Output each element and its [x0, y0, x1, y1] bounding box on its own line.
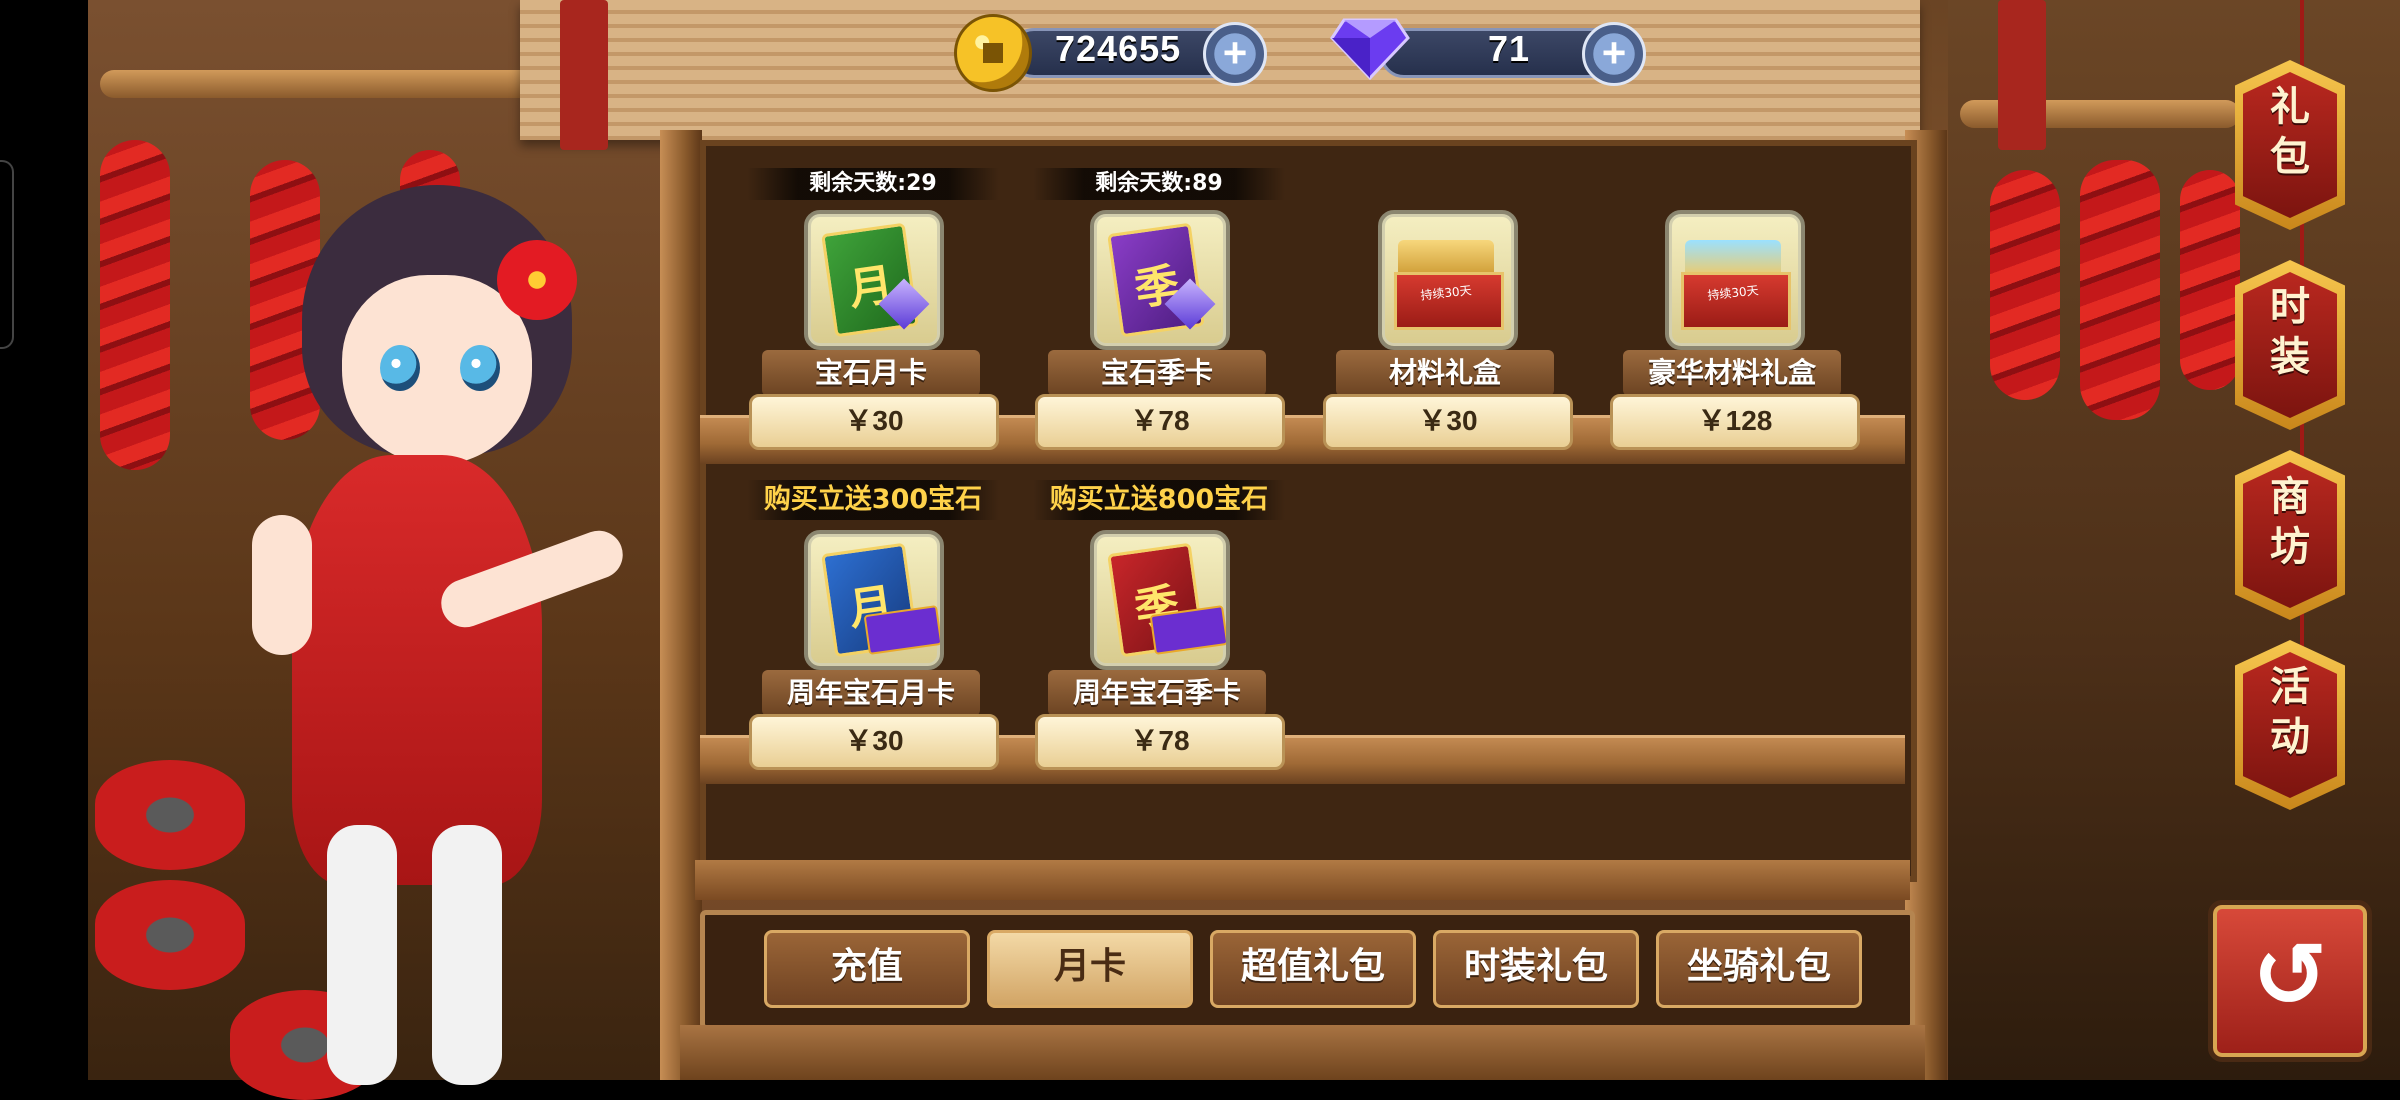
character-dress — [292, 455, 542, 885]
anniversary-month-card-icon: 月 — [804, 530, 944, 670]
side-tab-label: 时装 — [2235, 282, 2345, 382]
side-tab-label-line1: 活 — [2270, 664, 2310, 710]
deluxe-material-box-icon: 持续30天 — [1665, 210, 1805, 350]
character-arm — [252, 515, 312, 655]
tab-recharge[interactable]: 充值 — [764, 930, 970, 1008]
item-name: 宝石月卡 — [762, 350, 980, 396]
item-name: 材料礼盒 — [1336, 350, 1554, 396]
price-button[interactable]: ￥78 — [1035, 394, 1285, 450]
price-button[interactable]: ￥78 — [1035, 714, 1285, 770]
side-tab-label-line2: 坊 — [2270, 524, 2310, 570]
coin-value: 724655 — [1055, 28, 1182, 69]
cabinet-side-left — [660, 130, 702, 1080]
character-leg — [432, 825, 502, 1085]
device-edge-indicator — [0, 160, 14, 349]
hanging-pole-left — [100, 70, 570, 98]
red-spool-decoration — [95, 760, 245, 870]
character-eye — [460, 345, 500, 391]
remaining-days-label: 剩余天数:29 — [747, 168, 999, 200]
character-leg — [327, 825, 397, 1085]
item-name: 周年宝石月卡 — [762, 670, 980, 716]
back-arrow-icon: ↺ — [2252, 923, 2328, 1028]
item-name: 豪华材料礼盒 — [1623, 350, 1841, 396]
shop-item-gem-season-card[interactable]: 剩余天数:89 季 宝石季卡 ￥78 — [1033, 168, 1285, 450]
chest-graphic: 持续30天 — [1681, 236, 1791, 330]
hair-flower-icon — [497, 240, 577, 320]
back-button[interactable]: ↺ — [2208, 900, 2372, 1062]
coin-icon — [954, 14, 1032, 92]
side-tab-gift-packs[interactable]: 礼包 — [2235, 60, 2345, 230]
season-card-icon: 季 — [1090, 210, 1230, 350]
character-eye — [380, 345, 420, 391]
awning-post — [560, 0, 608, 150]
side-tab-label-line1: 商 — [2270, 474, 2310, 520]
bonus-gems-label: 购买立送300宝石 — [747, 480, 999, 520]
side-tab-label-line1: 时 — [2270, 284, 2310, 330]
side-tab-label: 礼包 — [2235, 82, 2345, 182]
side-tab-label: 活动 — [2235, 662, 2345, 762]
remaining-days-label: 剩余天数:89 — [1033, 168, 1285, 200]
material-box-icon: 持续30天 — [1378, 210, 1518, 350]
price-button[interactable]: ￥30 — [749, 714, 999, 770]
item-name: 周年宝石季卡 — [1048, 670, 1266, 716]
shop-item-gem-month-card[interactable]: 剩余天数:29 月 宝石月卡 ￥30 — [747, 168, 999, 450]
chili-string-decoration — [100, 140, 170, 470]
side-tab-fashion[interactable]: 时装 — [2235, 260, 2345, 430]
shop-item-material-box[interactable]: 持续30天 材料礼盒 ￥30 — [1323, 168, 1573, 450]
chili-string-decoration — [1990, 170, 2060, 400]
chili-string-decoration — [2080, 160, 2160, 420]
shop-item-anniversary-month-card[interactable]: 购买立送300宝石 月 周年宝石月卡 ￥30 — [747, 480, 999, 770]
side-tab-label-line2: 装 — [2270, 334, 2310, 380]
tab-fashion-packs[interactable]: 时装礼包 — [1433, 930, 1639, 1008]
shop-item-anniversary-season-card[interactable]: 购买立送800宝石 季 周年宝石季卡 ￥78 — [1033, 480, 1285, 770]
bonus-gems-label: 购买立送800宝石 — [1033, 480, 1285, 520]
add-coins-button[interactable]: + — [1203, 22, 1267, 86]
side-tab-label-line1: 礼 — [2270, 84, 2310, 130]
tab-monthly-card[interactable]: 月卡 — [987, 930, 1193, 1008]
tab-mount-packs[interactable]: 坐骑礼包 — [1656, 930, 1862, 1008]
chili-string-decoration — [2180, 170, 2240, 390]
anniversary-season-card-icon: 季 — [1090, 530, 1230, 670]
cabinet-floor — [680, 1025, 1925, 1080]
character-face — [342, 275, 532, 465]
awning-post — [1998, 0, 2046, 150]
item-name: 宝石季卡 — [1048, 350, 1266, 396]
price-button[interactable]: ￥30 — [1323, 394, 1573, 450]
side-tab-label-line2: 包 — [2270, 134, 2310, 180]
diamond-icon — [1330, 18, 1410, 80]
red-spool-decoration — [95, 880, 245, 990]
price-button[interactable]: ￥30 — [749, 394, 999, 450]
cabinet-ledge — [695, 860, 1910, 900]
chest-graphic: 持续30天 — [1394, 236, 1504, 330]
price-button[interactable]: ￥128 — [1610, 394, 1860, 450]
side-tab-shop[interactable]: 商坊 — [2235, 450, 2345, 620]
add-gems-button[interactable]: + — [1582, 22, 1646, 86]
tab-value-packs[interactable]: 超值礼包 — [1210, 930, 1416, 1008]
side-tab-events[interactable]: 活动 — [2235, 640, 2345, 810]
side-tab-label: 商坊 — [2235, 472, 2345, 572]
chest-body — [1394, 272, 1504, 330]
chest-body — [1681, 272, 1791, 330]
shopkeeper-character — [232, 185, 652, 1085]
gem-value: 71 — [1488, 28, 1531, 69]
month-card-icon: 月 — [804, 210, 944, 350]
shop-item-deluxe-material-box[interactable]: 持续30天 豪华材料礼盒 ￥128 — [1610, 168, 1860, 450]
side-tab-label-line2: 动 — [2270, 714, 2310, 760]
